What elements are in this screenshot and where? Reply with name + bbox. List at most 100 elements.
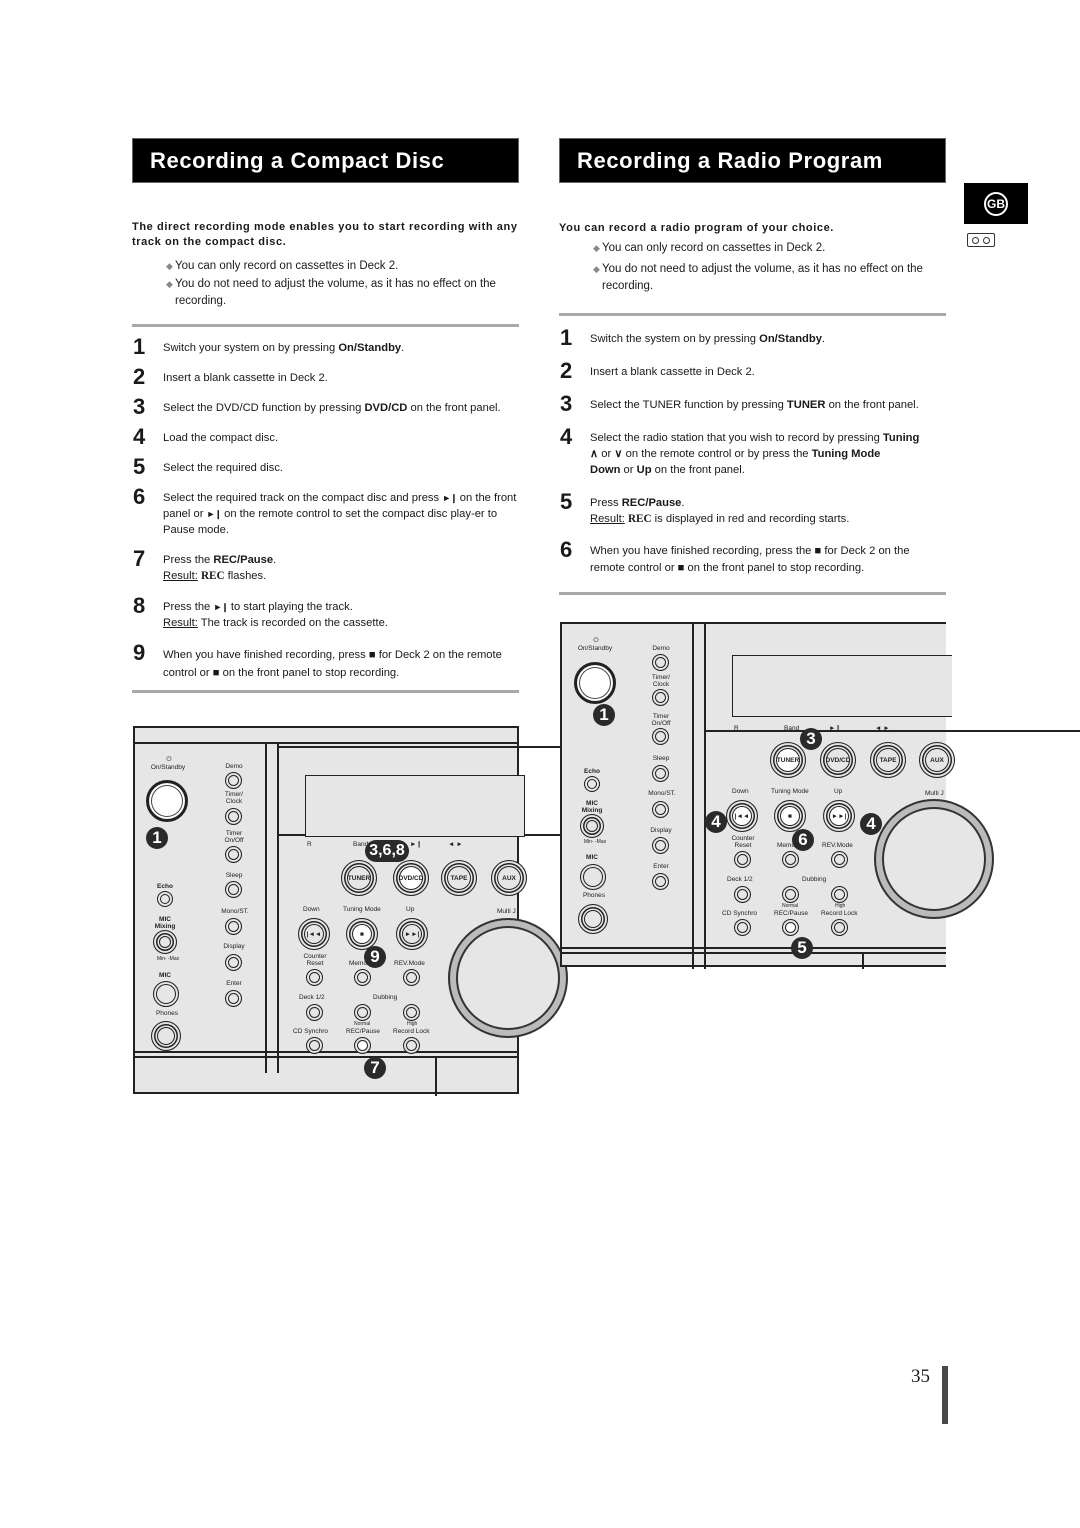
intro-text: You can record a radio program of your c… [559,222,834,234]
callout-badge: 1 [593,704,615,726]
page-marker-bar [942,1366,948,1424]
rev-mode-button[interactable] [403,969,420,986]
dubbing-high-button[interactable] [831,886,848,903]
step: 4 Load the compact disc. [133,424,279,449]
multi-jog-dial[interactable] [874,799,994,919]
counter-reset-button[interactable] [734,851,751,868]
step: 6 Select the required track on the compac… [133,484,517,537]
tuning-down-icon: ∨ [614,448,623,460]
section-title: Recording a Radio Program [559,138,946,183]
step: 1 Switch the system on by pressing On/Sta… [560,325,826,350]
timer-clock-button[interactable] [225,808,242,825]
phones-jack[interactable] [578,904,608,934]
step: 5 Select the required disc. [133,454,284,479]
phones-jack[interactable] [151,1021,181,1051]
display-window [305,775,525,837]
play-pause-icon: ►❙ [213,602,228,612]
power-icon: ⏻ [166,756,172,763]
multi-jog-dial[interactable] [448,918,568,1038]
gb-badge: GB [984,191,1008,216]
step: 1 Switch your system on by pressing On/St… [133,334,405,359]
step: 2 Insert a blank cassette in Deck 2. [133,364,328,389]
note-item: ◆ You can only record on cassettes in Dec… [166,258,519,275]
callout-badge: 3 [800,728,822,750]
enter-button[interactable] [225,990,242,1007]
rec-pause-button[interactable] [782,919,799,936]
section-title: Recording a Compact Disc [132,138,519,183]
play-pause-icon: ►❙ [442,493,457,503]
note-item: ◆ You do not need to adjust the volume, a… [166,278,496,307]
step: 8 Press the ►❙ to start playing the track… [133,593,388,630]
mic-mixing-knob[interactable] [153,930,177,954]
language-tab: GB [964,183,1028,224]
mono-st-button[interactable] [225,918,242,935]
demo-button[interactable] [225,772,242,789]
callout-badge: 5 [791,937,813,959]
step: 3 Select the DVD/CD function by pressing … [133,394,501,419]
callout-badge: 4 [705,811,727,833]
front-panel-illustration-radio: ⏻ On/Standby 1 Demo Timer/ Clock Timer O… [560,622,1080,969]
step: 6 When you have finished recording, press… [560,537,910,575]
front-panel-illustration-cd: ⏻ On/Standby 1 Demo Timer/ Clock Timer O… [133,726,659,1096]
mic-jack[interactable] [580,864,606,890]
sleep-button[interactable] [225,881,242,898]
cd-synchro-button[interactable] [306,1037,323,1054]
record-lock-button[interactable] [403,1037,420,1054]
dubbing-normal-button[interactable] [354,1004,371,1021]
mic-mixing-knob[interactable] [580,814,604,838]
page-number: 35 [911,1366,930,1387]
section-recording-radio-program: Recording a Radio Program You can record… [559,138,946,577]
mic-jack[interactable] [153,981,179,1007]
remote-sensor-icon: R [307,841,312,848]
echo-button[interactable] [584,776,600,792]
notes-list: ◆ You can only record on cassettes in Dec… [559,240,946,295]
dubbing-normal-button[interactable] [782,886,799,903]
memory-button[interactable] [782,851,799,868]
rev-mode-button[interactable] [831,851,848,868]
cassette-icon [967,233,995,247]
enter-button[interactable] [652,873,669,890]
on-standby-button[interactable] [574,662,616,704]
timer-onoff-button[interactable] [225,846,242,863]
divider [132,690,519,693]
counter-reset-button[interactable] [306,969,323,986]
diamond-bullet-icon: ◆ [593,264,600,274]
step: 4 Select the radio station that you wish … [560,424,920,477]
callout-badge: 4 [860,813,882,835]
dubbing-high-button[interactable] [403,1004,420,1021]
callout-badge: 7 [364,1057,386,1079]
display-button[interactable] [225,954,242,971]
rec-pause-button[interactable] [354,1037,371,1054]
deck-12-button[interactable] [734,886,751,903]
diamond-bullet-icon: ◆ [166,261,173,271]
note-item: ◆ You do not need to adjust the volume, a… [593,263,923,292]
sleep-button[interactable] [652,765,669,782]
callout-badge: 3,6,8 [365,840,409,862]
divider [559,592,946,595]
timer-clock-button[interactable] [652,689,669,706]
mono-st-button[interactable] [652,801,669,818]
play-pause-icon: ►❙ [206,509,222,519]
stop-icon: ■ [212,667,220,679]
tuning-up-icon: ∧ [590,448,599,460]
timer-onoff-button[interactable] [652,728,669,745]
notes-list: ◆ You can only record on cassettes in Dec… [132,258,519,310]
memory-button[interactable] [354,969,371,986]
display-button[interactable] [652,837,669,854]
on-standby-button[interactable] [146,780,188,822]
intro-text: The direct recording mode enables you to… [132,221,518,248]
echo-button[interactable] [157,891,173,907]
stop-icon: ■ [368,649,376,661]
section-recording-compact-disc: Recording a Compact Disc The direct reco… [132,138,519,682]
deck-12-button[interactable] [306,1004,323,1021]
cd-synchro-button[interactable] [734,919,751,936]
step: 5 Press REC/Pause. Result: REC is displaye… [560,489,850,526]
record-lock-button[interactable] [831,919,848,936]
step: 7 Press the REC/Pause. Result: REC flashes… [133,546,277,583]
note-item: ◆ You can only record on cassettes in Dec… [593,240,946,257]
label: On/Standby [150,764,186,771]
steps-list: 1 Switch the system on by pressing On/Sta… [559,325,946,577]
diamond-bullet-icon: ◆ [166,279,173,289]
demo-button[interactable] [652,654,669,671]
step: 2 Insert a blank cassette in Deck 2. [560,358,755,383]
